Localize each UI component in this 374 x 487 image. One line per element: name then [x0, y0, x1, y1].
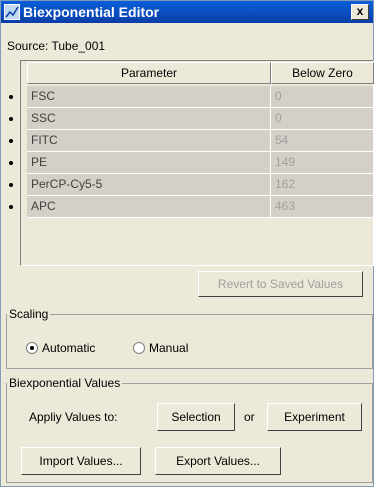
below-zero-cell[interactable]: 0 [271, 108, 374, 130]
parameter-cell: APC [27, 196, 271, 218]
table-row[interactable]: APC 463 [9, 196, 374, 218]
parameter-cell: PE [27, 152, 271, 174]
experiment-button[interactable]: Experiment [267, 403, 362, 431]
biexponential-editor-window: Biexponential Editor x Source: Tube_001 … [0, 0, 374, 487]
selection-button[interactable]: Selection [157, 403, 235, 431]
below-zero-cell[interactable]: 0 [271, 86, 374, 108]
below-zero-cell[interactable]: 54 [271, 130, 374, 152]
row-marker-icon [9, 139, 13, 143]
table-row[interactable]: FSC 0 [9, 86, 374, 108]
parameter-cell: FITC [27, 130, 271, 152]
below-zero-cell[interactable]: 149 [271, 152, 374, 174]
table-row[interactable]: FITC 54 [9, 130, 374, 152]
parameter-cell: SSC [27, 108, 271, 130]
app-icon [4, 4, 20, 20]
column-header-parameter[interactable]: Parameter [27, 62, 271, 84]
export-values-button[interactable]: Export Values... [155, 447, 281, 475]
row-marker-icon [9, 161, 13, 165]
or-label: or [244, 410, 255, 424]
window-title: Biexponential Editor [23, 4, 160, 20]
import-values-button[interactable]: Import Values... [21, 447, 141, 475]
row-marker-icon [9, 95, 13, 99]
close-button[interactable]: x [351, 4, 369, 20]
scaling-legend: Scaling [7, 307, 51, 321]
row-marker-icon [9, 117, 13, 121]
parameter-cell: PerCP-Cy5-5 [27, 174, 271, 196]
below-zero-cell[interactable]: 463 [271, 196, 374, 218]
source-label: Source: Tube_001 [7, 39, 106, 53]
manual-radio[interactable] [133, 342, 145, 354]
row-marker-icon [9, 183, 13, 187]
below-zero-cell[interactable]: 162 [271, 174, 374, 196]
revert-to-saved-values-button[interactable]: Revert to Saved Values [198, 271, 363, 297]
close-icon: x [356, 4, 364, 18]
automatic-label[interactable]: Automatic [42, 341, 95, 355]
table-row[interactable]: SSC 0 [9, 108, 374, 130]
table-row[interactable]: PerCP-Cy5-5 162 [9, 174, 374, 196]
automatic-radio[interactable] [26, 342, 38, 354]
row-marker-icon [9, 205, 13, 209]
column-header-below-zero[interactable]: Below Zero [271, 62, 374, 84]
biexponential-values-legend: Biexponential Values [7, 376, 123, 390]
parameter-cell: FSC [27, 86, 271, 108]
table-row[interactable]: PE 149 [9, 152, 374, 174]
title-bar[interactable]: Biexponential Editor x [1, 1, 373, 23]
radio-selected-dot [30, 346, 34, 350]
apply-values-label: Appliy Values to: [29, 410, 118, 424]
manual-label[interactable]: Manual [149, 341, 188, 355]
